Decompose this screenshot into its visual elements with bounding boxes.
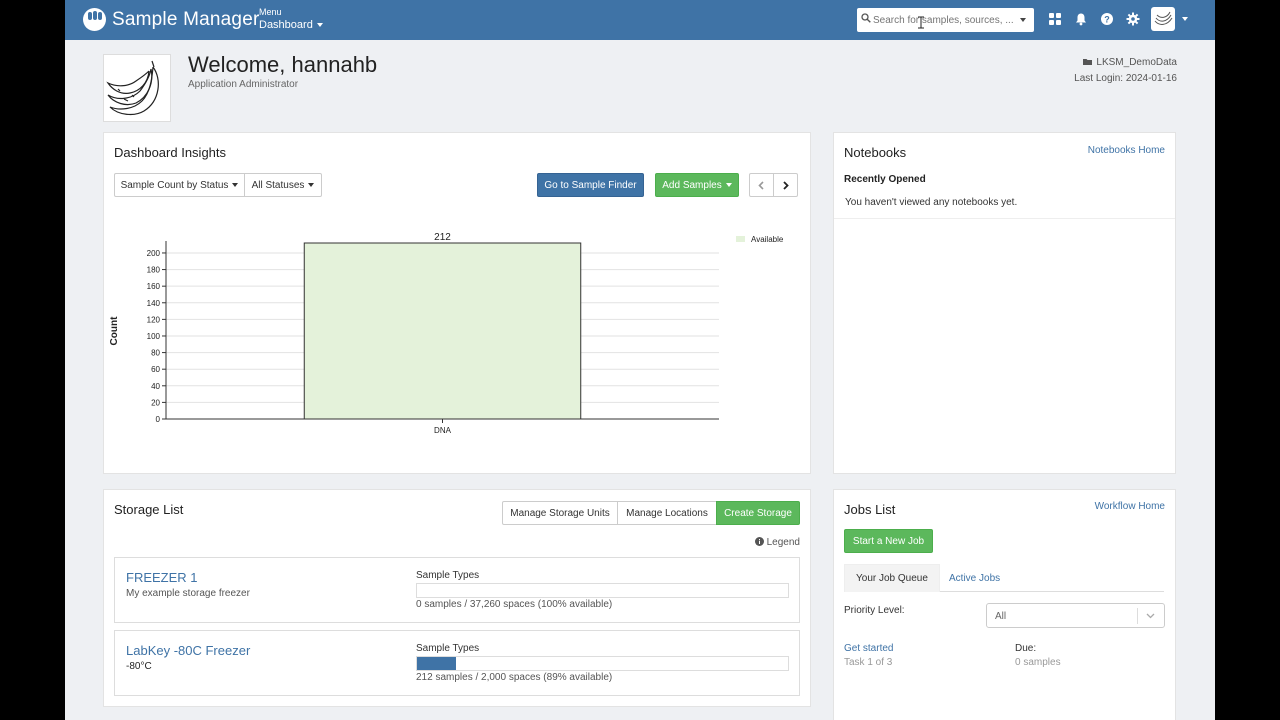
workflow-home-link[interactable]: Workflow Home xyxy=(1095,501,1165,512)
x-axis: DNA xyxy=(166,418,719,435)
tab-active-jobs[interactable]: Active Jobs xyxy=(938,564,1011,592)
info-circle-icon xyxy=(754,537,764,546)
storage-capacity-fill xyxy=(417,657,457,670)
priority-level-value: All xyxy=(995,611,1007,622)
notebooks-empty-message: You haven't viewed any notebooks yet. xyxy=(845,197,1018,208)
notebooks-home-link[interactable]: Notebooks Home xyxy=(1088,145,1165,156)
user-avatar-menu[interactable] xyxy=(1151,7,1175,31)
legend-swatch-available xyxy=(736,236,745,242)
chevron-down-icon xyxy=(1146,613,1155,619)
banana-bunch-icon xyxy=(106,60,159,116)
notebooks-title: Notebooks xyxy=(844,145,907,160)
y-tick-label: 20 xyxy=(151,398,160,407)
user-role: Application Administrator xyxy=(188,79,299,90)
y-tick-label: 200 xyxy=(147,249,161,258)
storage-capacity-bar xyxy=(416,656,789,671)
apps-grid-icon[interactable] xyxy=(1048,12,1062,26)
y-tick-label: 120 xyxy=(147,315,161,324)
welcome-heading: Welcome, hannahb xyxy=(188,52,378,77)
manage-locations-button[interactable]: Manage Locations xyxy=(617,501,717,525)
start-new-job-button[interactable]: Start a New Job xyxy=(844,529,933,553)
search-scope-dropdown-icon[interactable] xyxy=(1020,18,1026,22)
banana-avatar-icon xyxy=(1154,11,1173,25)
settings-gear-icon[interactable] xyxy=(1126,12,1140,26)
recently-opened-heading: Recently Opened xyxy=(844,174,926,185)
svg-text:?: ? xyxy=(1104,15,1110,25)
bar-dna[interactable] xyxy=(303,242,582,420)
menu-current-page: Dashboard xyxy=(259,19,313,31)
create-storage-button[interactable]: Create Storage xyxy=(716,501,800,525)
priority-level-label: Priority Level: xyxy=(844,605,905,616)
search-input[interactable] xyxy=(873,11,1013,29)
storage-capacity-bar xyxy=(416,583,789,598)
legend-label: Legend xyxy=(766,537,800,548)
select-divider xyxy=(1137,608,1138,624)
y-tick-label: 60 xyxy=(151,365,160,374)
due-label: Due: xyxy=(1015,643,1037,654)
chart-bars: 212 xyxy=(303,232,582,420)
storage-name-link[interactable]: FREEZER 1 xyxy=(126,570,198,585)
storage-list-title: Storage List xyxy=(114,502,184,517)
legend-label-available[interactable]: Available xyxy=(751,235,784,244)
app-frame: Sample Manager Menu Dashboard ? xyxy=(65,0,1215,720)
job-task-progress: Task 1 of 3 xyxy=(844,657,893,668)
storage-item: LabKey -80C Freezer -80°C Sample Types 2… xyxy=(114,630,800,696)
dashboard-insights-panel: Dashboard Insights Sample Count by Statu… xyxy=(103,132,811,474)
storage-name-link[interactable]: LabKey -80C Freezer xyxy=(126,643,250,658)
chart-legend: Available xyxy=(736,235,784,244)
folder-open-icon xyxy=(1083,59,1093,65)
jobs-list-title: Jobs List xyxy=(844,502,896,517)
priority-level-select[interactable]: All xyxy=(986,603,1165,628)
due-value: 0 samples xyxy=(1015,657,1061,668)
brand[interactable]: Sample Manager xyxy=(83,8,260,31)
tab-your-job-queue[interactable]: Your Job Queue xyxy=(844,564,940,592)
y-tick-label: 160 xyxy=(147,282,161,291)
y-axis: 0 20 40 60 80 100 120 140 160 180 200 xyxy=(147,241,167,424)
last-login: Last Login: 2024-01-16 xyxy=(1074,73,1177,84)
notifications-bell-icon[interactable] xyxy=(1074,12,1088,26)
y-tick-label: 0 xyxy=(156,415,161,424)
storage-description: My example storage freezer xyxy=(126,588,250,599)
sample-count-chart: 0 20 40 60 80 100 120 140 160 180 200 212 DNA Coun… xyxy=(109,232,784,435)
project-name: LKSM_DemoData xyxy=(1096,57,1177,68)
legend-toggle[interactable]: Legend xyxy=(754,537,800,548)
y-tick-label: 140 xyxy=(147,299,161,308)
chevron-down-icon xyxy=(316,23,323,28)
search-icon xyxy=(861,13,871,23)
brand-name: Sample Manager xyxy=(112,8,260,30)
project-info: LKSM_DemoData Last Login: 2024-01-16 xyxy=(1074,55,1177,87)
divider xyxy=(834,218,1175,219)
manage-storage-units-button[interactable]: Manage Storage Units xyxy=(502,501,618,525)
sample-manager-logo-icon xyxy=(83,8,106,31)
storage-capacity-caption: 0 samples / 37,260 spaces (100% availabl… xyxy=(416,599,613,610)
main-menu-dropdown[interactable]: Menu Dashboard xyxy=(259,7,323,31)
storage-item: FREEZER 1 My example storage freezer Sam… xyxy=(114,557,800,623)
job-tabs: Your Job Queue Active Jobs xyxy=(844,564,1164,592)
y-tick-label: 40 xyxy=(151,382,160,391)
y-tick-label: 180 xyxy=(147,266,161,275)
bar-data-label: 212 xyxy=(434,232,451,243)
sample-types-label: Sample Types xyxy=(416,570,480,581)
jobs-list-panel: Jobs List Workflow Home Start a New Job … xyxy=(833,489,1176,720)
sample-types-label: Sample Types xyxy=(416,643,480,654)
notebooks-panel: Notebooks Notebooks Home Recently Opened… xyxy=(833,132,1176,474)
top-navbar: Sample Manager Menu Dashboard ? xyxy=(65,0,1215,40)
user-menu-chevron-icon[interactable] xyxy=(1182,17,1188,21)
job-name-link[interactable]: Get started xyxy=(844,643,893,654)
y-axis-label: Count xyxy=(109,316,120,346)
text-cursor-icon xyxy=(918,16,924,29)
storage-capacity-caption: 212 samples / 2,000 spaces (89% availabl… xyxy=(416,672,613,683)
y-tick-label: 100 xyxy=(147,332,161,341)
profile-avatar xyxy=(103,54,171,122)
menu-label: Menu xyxy=(259,7,282,17)
global-search[interactable] xyxy=(857,8,1034,32)
storage-list-panel: Storage List Manage Storage Units Manage… xyxy=(103,489,811,707)
storage-description: -80°C xyxy=(126,661,152,672)
help-icon[interactable]: ? xyxy=(1100,12,1114,26)
y-tick-label: 80 xyxy=(151,349,160,358)
x-tick-label: DNA xyxy=(434,426,452,435)
